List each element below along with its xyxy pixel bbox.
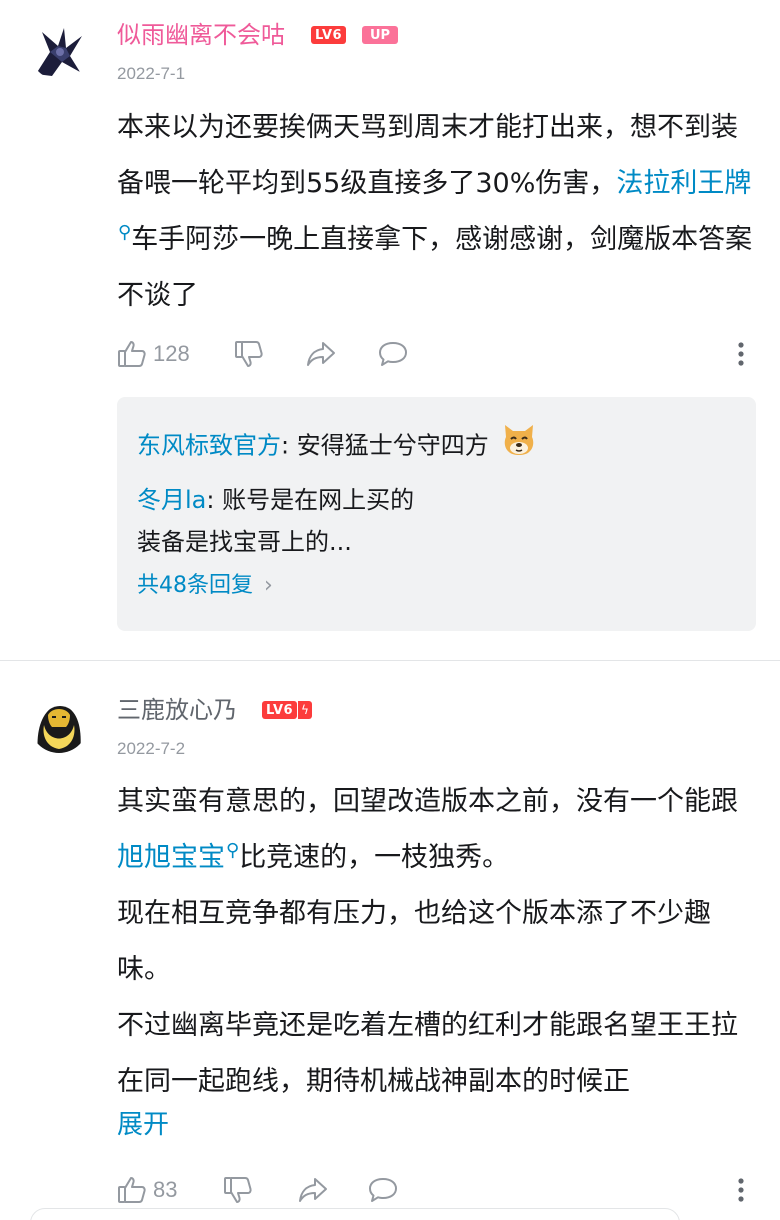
more-button[interactable] xyxy=(735,1170,747,1210)
like-button[interactable]: 83 xyxy=(117,1170,177,1210)
reply-text: 装备是找宝哥上的... xyxy=(137,528,352,556)
dislike-button[interactable] xyxy=(234,334,264,374)
comment-item: 三鹿放心乃 LV6 ϟ 2022-7-2 其实蛮有意思的，回望改造版本之前，没有… xyxy=(0,660,780,1220)
doge-emoji-icon xyxy=(500,421,538,472)
view-all-replies-link[interactable]: 共48条回复 › xyxy=(137,569,273,603)
chevron-right-icon: › xyxy=(264,573,273,598)
thumbs-up-icon xyxy=(118,341,146,367)
share-icon xyxy=(307,342,335,366)
keyword-link[interactable]: 法拉利王牌 xyxy=(616,168,751,199)
level-badge: LV6 xyxy=(311,26,347,44)
comment-bubble-icon xyxy=(369,1178,397,1202)
search-magnifier-icon[interactable]: ⚲ xyxy=(118,224,131,242)
reply-input-bar[interactable] xyxy=(30,1208,680,1220)
like-count: 128 xyxy=(153,341,190,366)
comment-text: 本来以为还要挨俩天骂到周末才能打出来，想不到装备喂一轮平均到55级直接多了30%… xyxy=(117,100,757,324)
reply-item: 冬月la: 账号是在网上买的 装备是找宝哥上的... xyxy=(137,486,415,556)
reply-text: 安得猛士兮守四方 xyxy=(296,431,489,460)
comment-item: 似雨幽离不会咕 LV6 UP 2022-7-1 本来以为还要挨俩天骂到周末才能打… xyxy=(0,0,780,660)
like-button[interactable]: 128 xyxy=(117,334,190,374)
share-button[interactable] xyxy=(297,1170,329,1210)
reply-preview-box[interactable]: 东风标致官方: 安得猛士兮守四方 冬月la: 账号是在网上买的 装备是找宝哥上的… xyxy=(117,397,756,631)
action-bar: 128 xyxy=(117,334,757,374)
reply-item: 东风标致官方: 安得猛士兮守四方 xyxy=(137,421,737,472)
more-vertical-icon xyxy=(738,1178,744,1202)
up-badge: UP xyxy=(362,26,398,44)
thumbs-up-icon xyxy=(118,1177,146,1203)
avatar[interactable] xyxy=(30,22,88,80)
username[interactable]: 三鹿放心乃 xyxy=(117,695,237,725)
comment-date: 2022-7-2 xyxy=(117,739,186,758)
expand-button[interactable]: 展开 xyxy=(117,1104,169,1141)
comment-text-part: 其实蛮有意思的，回望改造版本之前，没有一个能跟 xyxy=(117,786,738,817)
thumbs-down-icon xyxy=(224,1177,252,1203)
reply-text: 账号是在网上买的 xyxy=(222,486,415,514)
comment-date: 2022-7-1 xyxy=(117,64,186,83)
comment-bubble-icon xyxy=(379,342,407,366)
lightning-icon: ϟ xyxy=(298,701,312,719)
reply-username[interactable]: 冬月la xyxy=(137,486,206,514)
keyword-link[interactable]: 旭旭宝宝 xyxy=(117,842,225,873)
reply-button[interactable] xyxy=(367,1170,399,1210)
comment-text: 其实蛮有意思的，回望改造版本之前，没有一个能跟旭旭宝宝⚲比竞速的，一枝独秀。 现… xyxy=(117,774,757,1110)
level-badge: LV6 xyxy=(262,701,298,719)
more-replies-label: 共48条回复 xyxy=(137,573,253,598)
share-icon xyxy=(299,1178,327,1202)
share-button[interactable] xyxy=(305,334,337,374)
thumbs-down-icon xyxy=(235,341,263,367)
comment-text-part: 车手阿莎一晚上直接拿下，感谢感谢，剑魔版本答案不谈了 xyxy=(117,224,753,311)
reply-username[interactable]: 东风标致官方 xyxy=(137,432,281,460)
dislike-button[interactable] xyxy=(223,1170,253,1210)
search-magnifier-icon[interactable]: ⚲ xyxy=(226,842,239,860)
like-count: 83 xyxy=(153,1177,178,1202)
comment-text-part: 现在相互竞争都有压力，也给这个版本添了不少趣味。 xyxy=(117,898,711,985)
comment-text-part: 不过幽离毕竟还是吃着左槽的红利才能跟名望王王拉在同一起跑线，期待机械战神副本的时… xyxy=(117,1010,738,1097)
avatar[interactable] xyxy=(30,695,88,753)
comment-text-part: 比竞速的，一枝独秀。 xyxy=(239,842,510,873)
more-vertical-icon xyxy=(738,342,744,366)
more-button[interactable] xyxy=(735,334,747,374)
reply-button[interactable] xyxy=(377,334,409,374)
action-bar: 83 xyxy=(117,1170,757,1210)
username[interactable]: 似雨幽离不会咕 xyxy=(117,20,285,50)
